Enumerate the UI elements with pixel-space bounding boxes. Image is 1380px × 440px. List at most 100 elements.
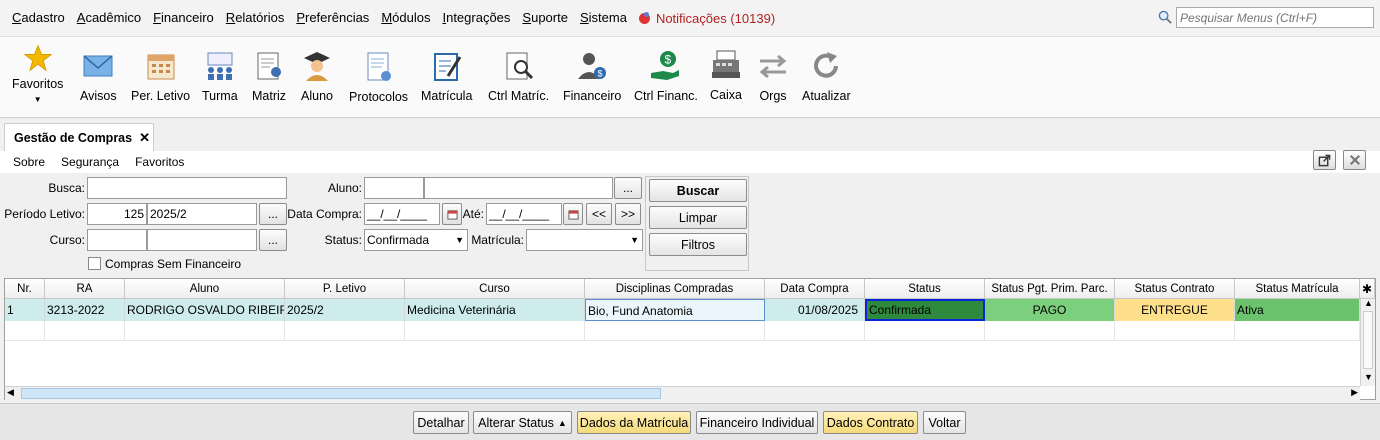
buscar-button[interactable]: Buscar (649, 179, 747, 202)
bottom-action-bar: Detalhar Alterar Status ▲ Dados da Matríc… (0, 403, 1380, 440)
column-header-status-pgt[interactable]: Status Pgt. Prim. Parc. (985, 279, 1115, 299)
curso-code-input[interactable] (87, 229, 147, 251)
scroll-down-arrow[interactable]: ▼ (1364, 372, 1373, 382)
close-icon[interactable]: ✕ (139, 130, 150, 146)
menu-academico[interactable]: Acadêmico (71, 0, 147, 36)
caixa-button[interactable]: Caixa (709, 48, 743, 102)
detalhar-button[interactable]: Detalhar (413, 411, 469, 434)
aluno-label: Aluno (301, 89, 333, 103)
status-select[interactable]: Confirmada (364, 229, 468, 251)
aluno-code-input[interactable] (364, 177, 424, 199)
matricula-button[interactable]: Matrícula (421, 49, 472, 103)
column-header-ra[interactable]: RA (45, 279, 125, 299)
financeiro-individual-button[interactable]: Financeiro Individual (696, 411, 818, 434)
atualizar-label: Atualizar (802, 89, 851, 103)
sub-menu-favoritos[interactable]: Favoritos (135, 155, 184, 169)
voltar-button[interactable]: Voltar (923, 411, 966, 434)
empty-cell (5, 321, 45, 341)
menu-integracoes[interactable]: Integrações (436, 0, 516, 36)
column-header-status-matricula[interactable]: Status Matrícula (1235, 279, 1360, 299)
periodo-letivo-code-input[interactable]: 125 (87, 203, 147, 225)
next-period-button[interactable]: >> (615, 203, 641, 225)
vertical-scroll-thumb[interactable] (1363, 311, 1373, 369)
matriz-label: Matriz (252, 89, 287, 103)
matricula-select[interactable] (526, 229, 643, 251)
orgs-button[interactable]: Orgs (756, 49, 790, 103)
sub-menu-sobre[interactable]: Sobre (13, 155, 45, 169)
turma-button[interactable]: Turma (202, 49, 238, 103)
data-compra-inicio-input[interactable]: __/__/____ (364, 203, 440, 225)
cell-ra: 3213-2022 (45, 299, 125, 321)
column-header-aluno[interactable]: Aluno (125, 279, 285, 299)
filtros-button[interactable]: Filtros (649, 233, 747, 256)
protocolos-button[interactable]: Protocolos (349, 50, 408, 104)
favoritos-button[interactable]: Favoritos ▼ (12, 43, 63, 104)
column-header-data-compra[interactable]: Data Compra (765, 279, 865, 299)
menu-preferencias[interactable]: Preferências (290, 0, 375, 36)
scroll-right-arrow[interactable]: ▶ (1351, 387, 1358, 398)
column-header-nr[interactable]: Nr. (5, 279, 45, 299)
menu-cadastro[interactable]: Cadastro (6, 0, 71, 36)
avisos-label: Avisos (80, 89, 117, 103)
financeiro-button[interactable]: $ Financeiro (563, 49, 621, 103)
alterar-status-button[interactable]: Alterar Status ▲ (473, 411, 572, 434)
column-header-status-contrato[interactable]: Status Contrato (1115, 279, 1235, 299)
periodo-lookup-button[interactable]: ... (259, 203, 287, 225)
menu-relatorios[interactable]: Relatórios (220, 0, 291, 36)
aluno-button[interactable]: Aluno (300, 49, 334, 103)
calendar-picker-fim[interactable] (563, 203, 583, 225)
dados-contrato-button[interactable]: Dados Contrato (823, 411, 918, 434)
scroll-left-arrow[interactable]: ◀ (7, 387, 14, 398)
column-header-disciplinas[interactable]: Disciplinas Compradas (585, 279, 765, 299)
curso-lookup-button[interactable]: ... (259, 229, 287, 251)
menu-modulos[interactable]: Módulos (375, 0, 436, 36)
data-compra-fim-input[interactable]: __/__/____ (486, 203, 562, 225)
detach-window-button[interactable] (1313, 150, 1336, 170)
aluno-input[interactable] (424, 177, 613, 199)
status-select-value: Confirmada (367, 233, 430, 247)
matricula-label: Matrícula (421, 89, 473, 103)
cell-p-letivo: 2025/2 (285, 299, 405, 321)
horizontal-scrollbar[interactable]: ◀ ▶ (5, 386, 1360, 400)
matriz-button[interactable]: Matriz (252, 49, 286, 103)
column-settings-button[interactable]: ✱ (1360, 279, 1375, 299)
ctrl-matric-button[interactable]: Ctrl Matríc. (488, 49, 549, 103)
tab-gestao-de-compras[interactable]: Gestão de Compras ✕ (4, 123, 154, 151)
column-header-curso[interactable]: Curso (405, 279, 585, 299)
atualizar-button[interactable]: Atualizar (802, 49, 851, 103)
previous-period-button[interactable]: << (586, 203, 612, 225)
notifications-link[interactable]: Notificações (10139) (638, 11, 775, 26)
cell-disciplinas: Bio, Fund Anatomia (585, 299, 765, 321)
curso-label: Curso: (49, 233, 85, 247)
horizontal-scroll-thumb[interactable] (21, 388, 661, 399)
busca-input[interactable] (87, 177, 287, 199)
compras-sem-financeiro-checkbox[interactable] (88, 257, 101, 270)
alterar-status-label: Alterar Status (478, 415, 554, 430)
ctrl-financ-button[interactable]: $ Ctrl Financ. (634, 49, 698, 103)
scroll-up-arrow[interactable]: ▲ (1364, 298, 1373, 308)
cell-status[interactable]: Confirmada (865, 299, 985, 321)
curso-input[interactable] (147, 229, 257, 251)
vertical-scrollbar[interactable]: ▲ ▼ (1360, 298, 1375, 386)
close-x-icon (1349, 154, 1360, 166)
periodo-letivo-input[interactable]: 2025/2 (147, 203, 257, 225)
per-letivo-button[interactable]: Per. Letivo (131, 49, 190, 103)
matricula-label: Matrícula: (471, 233, 524, 247)
menu-financeiro[interactable]: Financeiro (147, 0, 220, 36)
cell-status-matricula: Ativa (1235, 299, 1360, 321)
cell-aluno: RODRIGO OSVALDO RIBEIRO (125, 299, 285, 321)
column-header-p-letivo[interactable]: P. Letivo (285, 279, 405, 299)
menu-sistema[interactable]: Sistema (574, 0, 633, 36)
search-menus-input[interactable] (1176, 7, 1374, 28)
close-window-button[interactable] (1343, 150, 1366, 170)
avisos-button[interactable]: Avisos (80, 49, 117, 103)
cell-nr: 1 (5, 299, 45, 321)
person-money-icon: $ (578, 53, 607, 79)
menu-suporte[interactable]: Suporte (516, 0, 574, 36)
limpar-button[interactable]: Limpar (649, 206, 747, 229)
calendar-picker-inicio[interactable] (442, 203, 462, 225)
aluno-lookup-button[interactable]: ... (614, 177, 642, 199)
column-header-status[interactable]: Status (865, 279, 985, 299)
dados-matricula-button[interactable]: Dados da Matrícula (577, 411, 691, 434)
sub-menu-seguranca[interactable]: Segurança (61, 155, 119, 169)
